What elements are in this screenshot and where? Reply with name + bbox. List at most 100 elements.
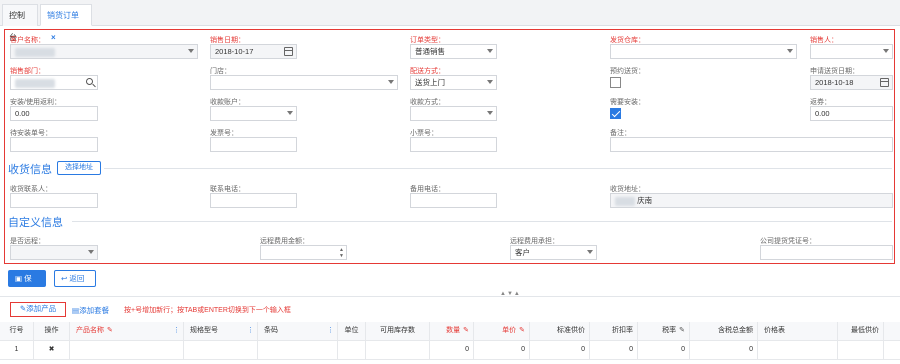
col-header-text: 产品名称 bbox=[76, 327, 104, 334]
alt-phone-input[interactable] bbox=[410, 193, 497, 208]
chevron-down-icon bbox=[587, 250, 593, 254]
total-cell: 0 bbox=[690, 341, 758, 360]
select-address-button[interactable]: 选择地址 bbox=[57, 161, 101, 175]
col-header-text: 数量 bbox=[446, 327, 461, 334]
col-header: 含税总金额 bbox=[690, 322, 758, 341]
edit-icon: ✎ bbox=[679, 327, 685, 334]
col-header: 可用库存数 bbox=[366, 322, 430, 341]
install-fee-value: 0.00 bbox=[15, 109, 30, 118]
warehouse-select[interactable] bbox=[610, 44, 797, 59]
collect-select[interactable] bbox=[410, 106, 497, 121]
remote-payer-value: 客户 bbox=[515, 248, 530, 257]
delivery-select[interactable]: 送货上门 bbox=[410, 75, 497, 90]
chevron-down-icon bbox=[487, 49, 493, 53]
min-price-cell bbox=[838, 341, 884, 360]
chevron-down-icon bbox=[188, 49, 194, 53]
order-type-select[interactable]: 普通销售 bbox=[410, 44, 497, 59]
install-fee-input[interactable]: 0.00 bbox=[10, 106, 98, 121]
remote-payer-select[interactable]: 客户 bbox=[510, 245, 597, 260]
ticket-input[interactable] bbox=[410, 137, 497, 152]
back-button[interactable]: ↩ 返回 bbox=[54, 270, 96, 287]
order-type-value: 普通销售 bbox=[415, 47, 445, 56]
divider bbox=[0, 296, 900, 297]
add-product-button[interactable]: ✎添加产品 bbox=[10, 302, 66, 317]
col-header: 单价 ✎ bbox=[474, 322, 530, 341]
column-menu-icon[interactable]: ⋮ bbox=[247, 322, 254, 340]
col-header: 标准供价 bbox=[530, 322, 590, 341]
need-install-checkbox[interactable] bbox=[610, 108, 621, 119]
table-header-row: 行号 操作 产品名称 ✎ ⋮ 规格型号 ⋮ 条码 ⋮ 单位 可用库存数 数量 ✎ 单价 ✎ … bbox=[0, 322, 900, 341]
tab-sales-order[interactable]: 销货订单× bbox=[40, 4, 92, 42]
qty-cell[interactable]: 0 bbox=[430, 341, 474, 360]
chevron-down-icon bbox=[88, 250, 94, 254]
sale-date-field[interactable]: 2018-10-17 bbox=[210, 44, 297, 59]
row-number: 1 bbox=[0, 341, 34, 360]
column-menu-icon[interactable]: ⋮ bbox=[327, 322, 334, 340]
stepper-icon[interactable]: ▲ ▼ bbox=[339, 247, 344, 259]
product-name-cell[interactable] bbox=[70, 341, 184, 360]
apply-date-field[interactable]: 2018-10-18 bbox=[810, 75, 893, 90]
remote-fee-input[interactable]: ▲ ▼ bbox=[260, 245, 347, 260]
col-header: 行号 bbox=[0, 322, 34, 341]
reserve-checkbox[interactable] bbox=[610, 77, 621, 88]
discount-rate-cell[interactable]: 0 bbox=[590, 341, 638, 360]
chevron-down-icon bbox=[287, 111, 293, 115]
dept-field[interactable] bbox=[10, 75, 98, 90]
col-header-text: 单价 bbox=[502, 327, 517, 334]
col-header: 单位 bbox=[338, 322, 366, 341]
account-select[interactable] bbox=[210, 106, 297, 121]
col-header: 数量 ✎ bbox=[430, 322, 474, 341]
company-cert-input[interactable] bbox=[760, 245, 893, 260]
discount-input[interactable]: 0.00 bbox=[810, 106, 893, 121]
col-header-text: 税率 bbox=[662, 327, 677, 334]
add-product-label: 添加产品 bbox=[26, 304, 57, 313]
col-header: 操作 bbox=[34, 322, 70, 341]
address-input[interactable]: 庆南 bbox=[610, 193, 893, 208]
tax-rate-cell[interactable]: 0 bbox=[638, 341, 690, 360]
add-package-button[interactable]: ▤添加套餐 bbox=[72, 305, 109, 316]
col-header-text: 条码 bbox=[264, 327, 278, 334]
seller-select[interactable] bbox=[810, 44, 893, 59]
sale-date-value: 2018-10-17 bbox=[215, 47, 254, 56]
phone-input[interactable] bbox=[210, 193, 297, 208]
col-header: 折扣率 bbox=[590, 322, 638, 341]
invoice-input[interactable] bbox=[210, 137, 297, 152]
add-package-label: 添加套餐 bbox=[79, 306, 110, 315]
section-divider bbox=[72, 221, 892, 222]
col-header-text: 规格型号 bbox=[190, 327, 218, 334]
col-header[interactable]: 规格型号 ⋮ bbox=[184, 322, 258, 341]
unit-cell bbox=[338, 341, 366, 360]
barcode-cell[interactable] bbox=[258, 341, 338, 360]
back-label: 返回 bbox=[69, 274, 85, 283]
spec-cell[interactable] bbox=[184, 341, 258, 360]
search-icon[interactable] bbox=[86, 78, 93, 85]
reserve-label: 预约送货： bbox=[610, 68, 645, 75]
contact-input[interactable] bbox=[10, 193, 98, 208]
chevron-down-icon bbox=[883, 49, 889, 53]
col-header[interactable]: 条码 ⋮ bbox=[258, 322, 338, 341]
tab-console[interactable]: 控制台 bbox=[2, 4, 38, 42]
custom-section-title: 自定义信息 bbox=[8, 217, 63, 229]
price-list-cell[interactable] bbox=[758, 341, 838, 360]
apply-date-value: 2018-10-18 bbox=[815, 78, 854, 87]
remark-input[interactable] bbox=[610, 137, 893, 152]
calendar-icon[interactable] bbox=[880, 78, 889, 87]
keyboard-hint: 按+号增加新行；按TAB或ENTER切换到下一个输入框 bbox=[124, 307, 291, 314]
column-menu-icon[interactable]: ⋮ bbox=[173, 322, 180, 340]
calendar-icon[interactable] bbox=[284, 47, 293, 56]
address-value: 庆南 bbox=[637, 196, 653, 205]
chevron-down-icon bbox=[487, 111, 493, 115]
save-button[interactable]: ▣ 保存 bbox=[8, 270, 46, 298]
price-cell[interactable]: 0 bbox=[474, 341, 530, 360]
customer-select[interactable] bbox=[10, 44, 198, 59]
tab-label: 销货订单 bbox=[47, 11, 79, 20]
save-icon: ▣ bbox=[15, 274, 25, 283]
store-select[interactable] bbox=[210, 75, 398, 90]
table-row: 1 ✖ 0 0 0 0 0 0 bbox=[0, 341, 900, 360]
install-no-input[interactable] bbox=[10, 137, 98, 152]
col-header[interactable]: 产品名称 ✎ ⋮ bbox=[70, 322, 184, 341]
edit-icon: ✎ bbox=[463, 327, 469, 334]
col-header: 最低供价 bbox=[838, 322, 884, 341]
remote-select[interactable] bbox=[10, 245, 98, 260]
delete-row-icon[interactable]: ✖ bbox=[34, 341, 70, 360]
